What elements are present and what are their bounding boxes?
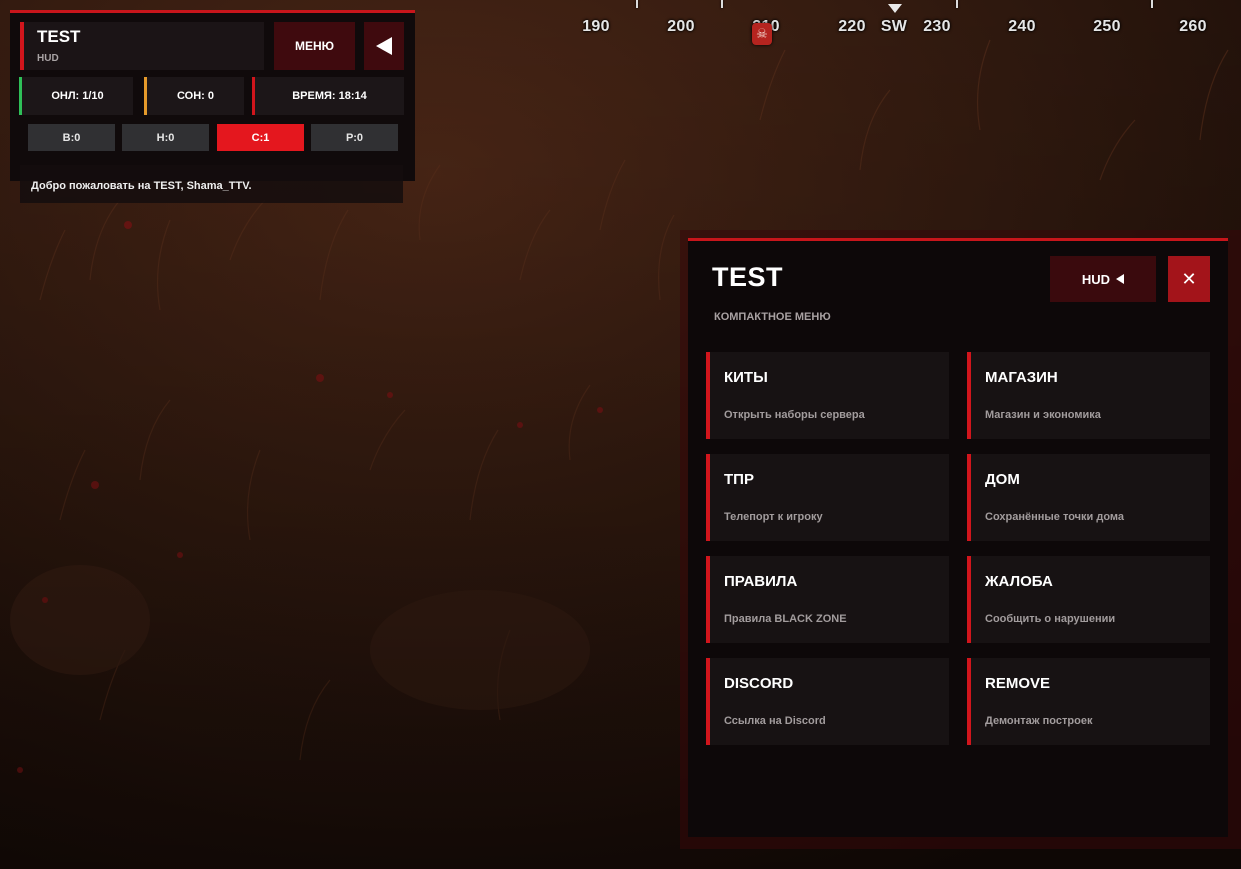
hud-collapse-button[interactable] — [364, 22, 404, 70]
menu-item-title: МАГАЗИН — [985, 369, 1058, 386]
counter-r: Р:0 — [311, 124, 398, 151]
hud-toggle-button[interactable]: HUD — [1050, 256, 1156, 302]
compass-label: 250 — [1093, 18, 1121, 35]
compass-label: 240 — [1008, 18, 1036, 35]
compass-label: 230 — [923, 18, 951, 35]
close-button[interactable]: ✕ — [1168, 256, 1210, 302]
close-icon: ✕ — [1181, 268, 1197, 289]
menu-item-title: DISCORD — [724, 675, 794, 692]
counter-s: С:1 — [217, 124, 304, 151]
menu-item-home[interactable]: ДОМ Сохранённые точки дома — [967, 454, 1210, 541]
compact-menu-panel: TEST КОМПАКТНОЕ МЕНЮ HUD ✕ КИТЫ Открыть … — [680, 230, 1241, 849]
menu-subtitle: КОМПАКТНОЕ МЕНЮ — [714, 311, 831, 323]
menu-item-title: ЖАЛОБА — [985, 573, 1053, 590]
hud-title-box: TEST HUD — [20, 22, 264, 70]
menu-item-discord[interactable]: DISCORD Ссылка на Discord — [706, 658, 949, 745]
online-stat: ОНЛ: 1/10 — [19, 77, 133, 115]
compass-tick — [1151, 0, 1153, 8]
compass-label: 200 — [667, 18, 695, 35]
menu-item-kits[interactable]: КИТЫ Открыть наборы сервера — [706, 352, 949, 439]
menu-item-title: REMOVE — [985, 675, 1051, 692]
compass-tick — [636, 0, 638, 8]
compass-tick — [956, 0, 958, 8]
compass-tick — [721, 0, 723, 8]
menu-item-rules[interactable]: ПРАВИЛА Правила BLACK ZONE — [706, 556, 949, 643]
compass-label: 220 — [838, 18, 866, 35]
menu-item-title: ДОМ — [985, 471, 1020, 488]
counter-v: В:0 — [28, 124, 115, 151]
menu-item-desc: Магазин и экономика — [985, 409, 1101, 421]
hud-panel: TEST HUD МЕНЮ ОНЛ: 1/10 СОН: 0 ВРЕМЯ: 18… — [10, 10, 415, 181]
counter-n: Н:0 — [122, 124, 209, 151]
time-stat: ВРЕМЯ: 18:14 — [252, 77, 404, 115]
menu-item-desc: Правила BLACK ZONE — [724, 613, 847, 625]
compact-menu: TEST КОМПАКТНОЕ МЕНЮ HUD ✕ КИТЫ Открыть … — [688, 238, 1228, 837]
menu-item-title: ПРАВИЛА — [724, 573, 798, 590]
menu-item-desc: Сообщить о нарушении — [985, 613, 1116, 625]
menu-item-title: ТПР — [724, 471, 754, 488]
menu-item-title: КИТЫ — [724, 369, 768, 386]
welcome-message: Добро пожаловать на TEST, Shama_TTV. — [31, 180, 252, 192]
menu-item-report[interactable]: ЖАЛОБА Сообщить о нарушении — [967, 556, 1210, 643]
compass-label: 260 — [1179, 18, 1207, 35]
menu-item-desc: Ссылка на Discord — [724, 715, 826, 727]
hud-toggle-label: HUD — [1081, 271, 1111, 287]
menu-item-desc: Телепорт к игроку — [724, 511, 823, 523]
compass-label-sw: SW — [880, 18, 908, 35]
menu-button[interactable]: МЕНЮ — [274, 22, 355, 70]
skull-icon: ☠ — [752, 23, 772, 45]
menu-item-desc: Открыть наборы сервера — [724, 409, 865, 421]
menu-item-remove[interactable]: REMOVE Демонтаж построек — [967, 658, 1210, 745]
compass-label: 190 — [582, 18, 610, 35]
triangle-left-icon — [1116, 274, 1125, 284]
menu-item-desc: Сохранённые точки дома — [985, 511, 1125, 523]
menu-item-shop[interactable]: МАГАЗИН Магазин и экономика — [967, 352, 1210, 439]
hud-title: TEST — [37, 27, 81, 46]
menu-item-desc: Демонтаж построек — [985, 715, 1093, 727]
compass-pointer-icon — [888, 4, 902, 13]
menu-item-tpr[interactable]: ТПР Телепорт к игроку — [706, 454, 949, 541]
welcome-message-box: Добро пожаловать на TEST, Shama_TTV. — [20, 165, 403, 203]
sleep-stat: СОН: 0 — [144, 77, 244, 115]
triangle-left-icon — [376, 37, 392, 55]
menu-title: TEST — [712, 262, 784, 292]
hud-subtitle: HUD — [37, 53, 59, 64]
